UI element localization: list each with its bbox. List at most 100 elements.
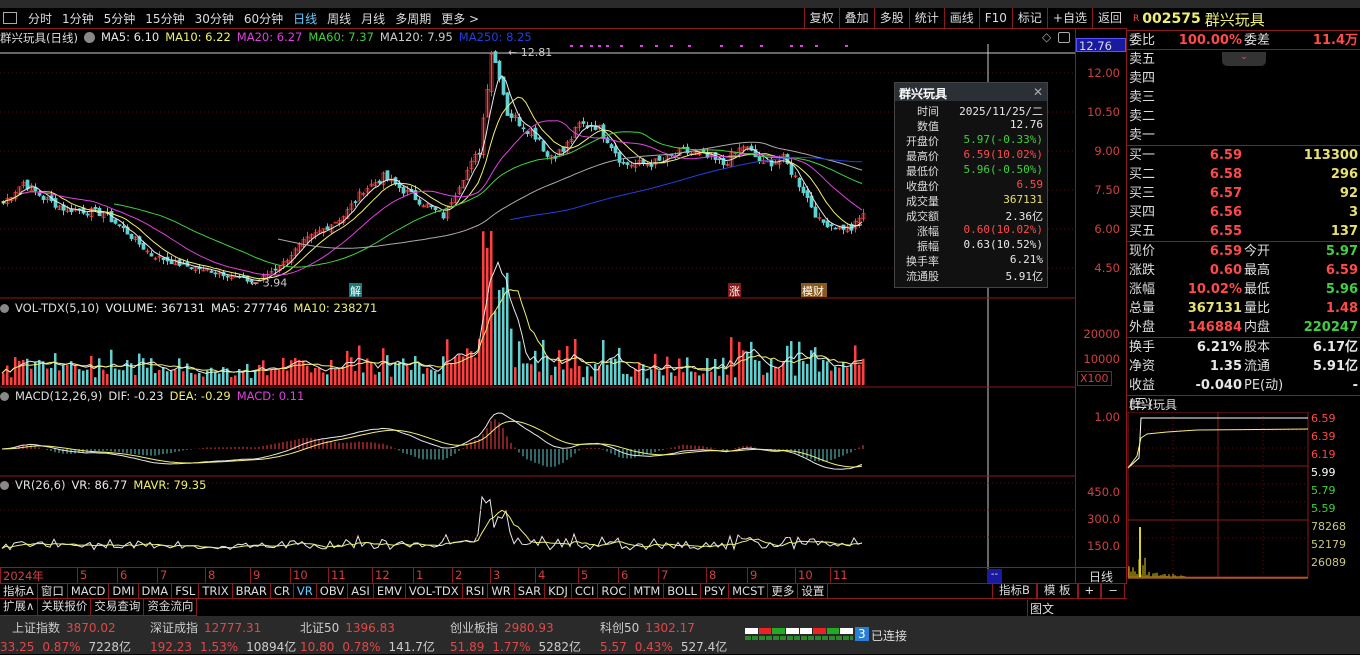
indicator-tab[interactable]: 指标A bbox=[0, 584, 38, 598]
period-3[interactable]: 15分钟 bbox=[140, 10, 189, 27]
candle bbox=[797, 178, 802, 188]
indicator-tab[interactable]: OBV bbox=[317, 584, 349, 598]
indicator-tab[interactable]: CR bbox=[271, 584, 294, 598]
indicator-tab[interactable]: MTM bbox=[630, 584, 665, 598]
toolbar-button-1[interactable]: 叠加 bbox=[838, 8, 874, 28]
bid-row[interactable]: 买五 6.55 137 bbox=[1127, 222, 1360, 241]
settings-circle-icon[interactable] bbox=[0, 304, 9, 313]
indicator-tab[interactable]: MCST bbox=[729, 584, 769, 598]
indicator-right-tab[interactable]: 指标B bbox=[992, 583, 1037, 599]
period-0[interactable]: 分时 bbox=[23, 10, 57, 27]
indicator-tab[interactable]: PSY bbox=[701, 584, 730, 598]
volume-bar bbox=[510, 328, 513, 385]
toolbar-button-2[interactable]: 多股 bbox=[873, 8, 909, 28]
date-tick: 3 bbox=[490, 568, 500, 583]
period-2[interactable]: 5分钟 bbox=[99, 10, 141, 27]
volume-ma5: MA5: 277746 bbox=[210, 301, 288, 315]
bid-row[interactable]: 买三 6.57 92 bbox=[1127, 184, 1360, 203]
toolbar-button-4[interactable]: 画线 bbox=[943, 8, 979, 28]
bid-row[interactable]: 买二 6.58 296 bbox=[1127, 165, 1360, 184]
candle bbox=[385, 170, 390, 181]
indicator-right-tab[interactable]: − bbox=[1101, 583, 1125, 599]
toolbar-button-8[interactable]: 返回 bbox=[1091, 8, 1127, 28]
period-5[interactable]: 60分钟 bbox=[239, 10, 288, 27]
volume-bar bbox=[586, 366, 589, 385]
period-4[interactable]: 30分钟 bbox=[190, 10, 239, 27]
period-9[interactable]: 多周期 bbox=[390, 10, 436, 27]
ask-row[interactable]: 卖二 bbox=[1127, 107, 1360, 126]
bid-price: 6.57 bbox=[1209, 186, 1242, 201]
collapse-button[interactable]: ⌄ bbox=[1222, 52, 1266, 66]
period-1[interactable]: 1分钟 bbox=[57, 10, 99, 27]
toolbar-button-5[interactable]: F10 bbox=[978, 8, 1012, 28]
layout-toggle-icon[interactable] bbox=[3, 12, 17, 24]
toolbar-button-3[interactable]: 统计 bbox=[908, 8, 944, 28]
bid-row[interactable]: 买四 6.56 3 bbox=[1127, 203, 1360, 222]
intraday-mini-chart[interactable]: 6.59 6.39 6.19 5.99 5.79 5.59 78268 52179 26089 bbox=[1127, 411, 1360, 587]
index-change: 33.25 bbox=[0, 640, 35, 654]
period-6[interactable]: 日线 bbox=[288, 10, 322, 27]
close-icon[interactable]: ✕ bbox=[1033, 85, 1043, 99]
volume-bar bbox=[578, 365, 581, 385]
volume-bar bbox=[702, 373, 705, 385]
indicator-tab[interactable]: BOLL bbox=[664, 584, 701, 598]
indicator-tab[interactable]: WR bbox=[488, 584, 515, 598]
bid-row[interactable]: 买一 6.59 113300 bbox=[1127, 146, 1360, 165]
tooltip-row: 最低价 5.96(-0.50%) bbox=[895, 163, 1047, 178]
indicator-right-tab[interactable]: + bbox=[1077, 583, 1102, 599]
extension-tab[interactable]: 关联报价 bbox=[38, 599, 92, 615]
ask-row[interactable]: 卖三 bbox=[1127, 88, 1360, 107]
period-7[interactable]: 周线 bbox=[322, 10, 356, 27]
connection-status[interactable]: 已连接 bbox=[871, 627, 907, 644]
indicator-tab[interactable]: VR bbox=[294, 584, 317, 598]
index-quote[interactable]: 上证指数 3870.02 33.25 0.87% 7228亿 bbox=[0, 619, 131, 655]
indicator-tab[interactable]: 窗口 bbox=[38, 584, 68, 598]
toolbar-button-0[interactable]: 复权 bbox=[803, 8, 839, 28]
volume-bar bbox=[798, 341, 801, 385]
period-8[interactable]: 月线 bbox=[356, 10, 390, 27]
indicator-tab[interactable]: DMA bbox=[139, 584, 173, 598]
volume-bar bbox=[666, 356, 669, 385]
toolbar-button-6[interactable]: 标记 bbox=[1011, 8, 1047, 28]
indicator-tab[interactable]: 更多 bbox=[768, 584, 799, 598]
candle bbox=[625, 162, 630, 165]
settings-circle-icon[interactable] bbox=[0, 481, 9, 490]
index-quote[interactable]: 北证50 1396.83 10.80 0.78% 141.7亿 bbox=[300, 619, 435, 655]
indicator-tab[interactable]: ROC bbox=[598, 584, 631, 598]
vr-axis: 450.0 300.0 150.0 bbox=[1075, 477, 1127, 568]
volume-bar bbox=[526, 363, 529, 385]
index-quote[interactable]: 科创50 1302.17 5.57 0.43% 527.4亿 bbox=[600, 619, 727, 655]
volume-bar bbox=[406, 365, 409, 385]
volume-bar bbox=[146, 367, 149, 385]
indicator-tab[interactable]: MACD bbox=[68, 584, 110, 598]
indicator-tab[interactable]: TRIX bbox=[199, 584, 233, 598]
indicator-tab[interactable]: RSI bbox=[463, 584, 489, 598]
indicator-tab[interactable]: KDJ bbox=[545, 584, 572, 598]
indicator-tab[interactable]: DMI bbox=[109, 584, 139, 598]
indicator-tab[interactable]: EMV bbox=[374, 584, 406, 598]
mini-price-label: 5.59 bbox=[1311, 502, 1336, 515]
indicator-tab[interactable]: CCI bbox=[572, 584, 599, 598]
date-tick: 10 bbox=[795, 568, 813, 583]
indicator-tab[interactable]: FSL bbox=[172, 584, 200, 598]
indicator-tab[interactable]: BRAR bbox=[233, 584, 271, 598]
ask-row[interactable]: 卖一 bbox=[1127, 126, 1360, 145]
indicator-tab[interactable]: 设置 bbox=[798, 584, 829, 598]
index-quote[interactable]: 创业板指 2980.93 51.89 1.77% 5282亿 bbox=[450, 619, 581, 655]
indicator-tab[interactable]: SAR bbox=[515, 584, 546, 598]
index-value: 1396.83 bbox=[345, 621, 395, 635]
ask-row[interactable]: 卖四 bbox=[1127, 69, 1360, 88]
indicator-tab[interactable]: ASI bbox=[348, 584, 374, 598]
period-10[interactable]: 更多 > bbox=[436, 10, 484, 27]
extension-tab[interactable]: 扩展∧ bbox=[0, 599, 39, 615]
indicator-tab[interactable]: VOL-TDX bbox=[406, 584, 463, 598]
extension-tab[interactable]: 交易查询 bbox=[91, 599, 145, 615]
extension-tab[interactable]: 资金流向 bbox=[144, 599, 198, 615]
index-quote[interactable]: 深证成指 12777.31 192.23 1.53% 10894亿 bbox=[150, 619, 296, 655]
settings-circle-icon[interactable] bbox=[0, 392, 9, 401]
toolbar-button-7[interactable]: +自选 bbox=[1046, 8, 1092, 28]
volume-bar bbox=[170, 370, 173, 385]
tuwen-tab[interactable]: 图文 bbox=[1027, 600, 1054, 617]
volume-bar bbox=[682, 372, 685, 385]
indicator-right-tab[interactable]: 模 板 bbox=[1036, 583, 1078, 599]
